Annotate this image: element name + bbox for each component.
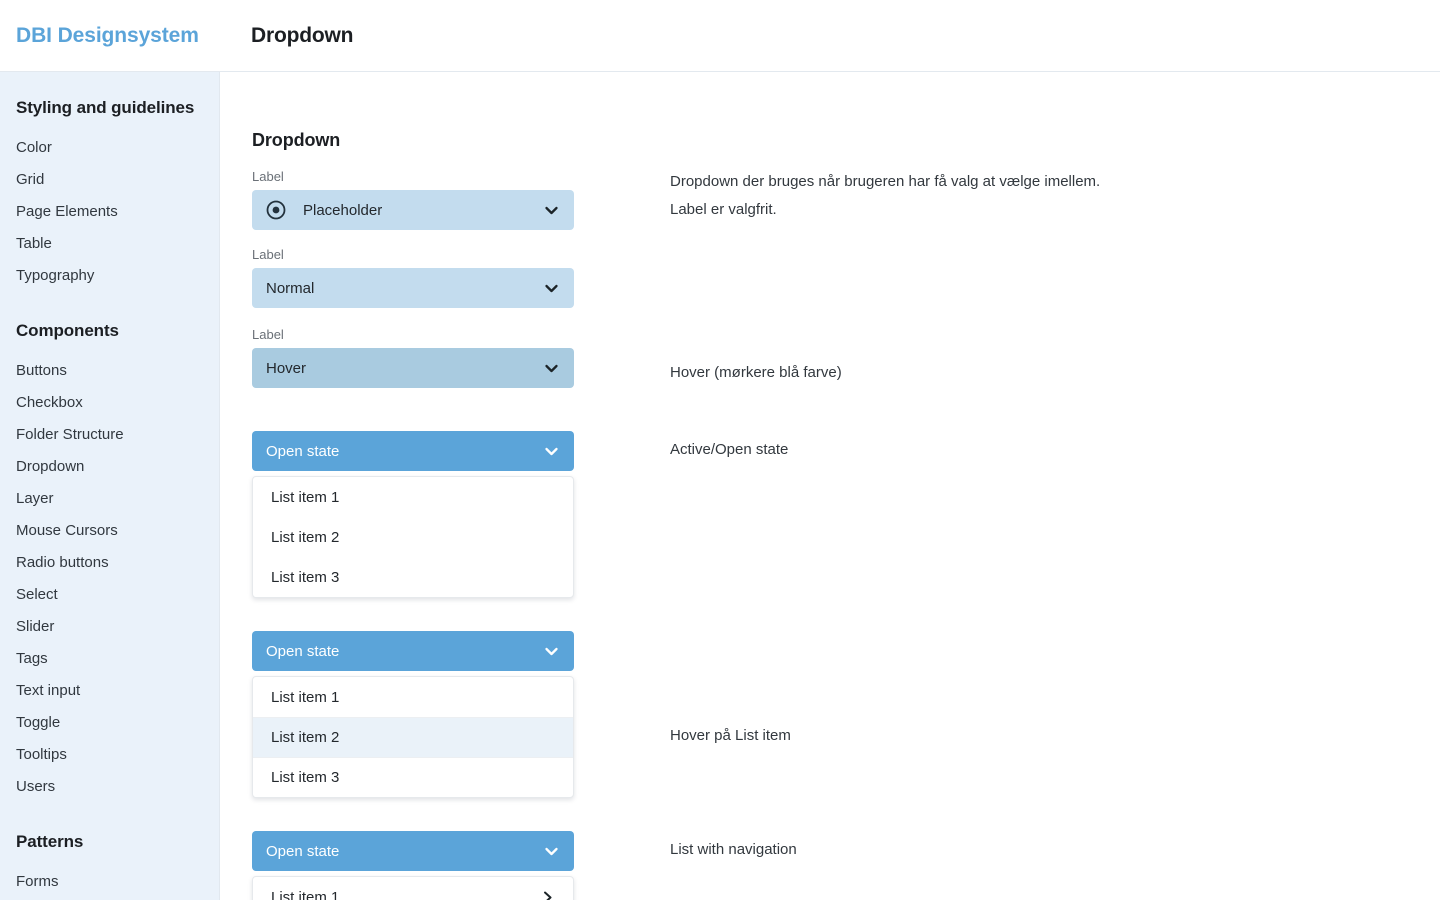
note-hover: Hover (mørkere blå farve) — [670, 364, 842, 381]
sidebar-item-table[interactable]: Table — [0, 228, 219, 260]
dropdown-menu-2: List item 1 List item 2 List item 3 — [252, 676, 574, 798]
dropdown-menu-1: List item 1 List item 2 List item 3 — [252, 476, 574, 598]
sidebar-item-typography[interactable]: Typography — [0, 260, 219, 292]
sidebar-item-select[interactable]: Select — [0, 579, 219, 611]
sidebar-item-slider[interactable]: Slider — [0, 611, 219, 643]
sidebar-group-patterns: Patterns Forms — [0, 832, 219, 898]
list-item-label: List item 3 — [271, 568, 340, 586]
dropdown-value: Hover — [266, 359, 307, 377]
sidebar-item-forms[interactable]: Forms — [0, 866, 219, 898]
list-item-label: List item 1 — [271, 488, 340, 506]
field-label: Label — [252, 327, 284, 342]
list-item[interactable]: List item 3 — [253, 757, 573, 797]
dropdown-placeholder-group: Label Placeholder — [252, 169, 574, 230]
note-intro-line-2: Label er valgfrit. — [670, 201, 777, 218]
note-intro: Dropdown der bruges når brugeren har få … — [670, 168, 1100, 224]
chevron-down-icon — [543, 202, 560, 219]
radio-selected-icon — [266, 200, 286, 220]
dropdown-open-1[interactable]: Open state — [252, 431, 574, 471]
sidebar-item-buttons[interactable]: Buttons — [0, 355, 219, 387]
list-item-label: List item 1 — [271, 888, 340, 900]
section-title: Dropdown — [252, 130, 341, 150]
dropdown-normal[interactable]: Normal — [252, 268, 574, 308]
note-list-navigation: List with navigation — [670, 841, 797, 858]
list-item-hovered[interactable]: List item 2 — [253, 717, 573, 757]
dropdown-placeholder[interactable]: Placeholder — [252, 190, 574, 230]
dropdown-menu-3: List item 1 — [252, 876, 574, 900]
dropdown-value: Placeholder — [303, 201, 383, 219]
field-label: Label — [252, 247, 284, 262]
sidebar-item-mouse-cursors[interactable]: Mouse Cursors — [0, 515, 219, 547]
chevron-down-icon — [543, 360, 560, 377]
dropdown-value: Open state — [266, 842, 340, 860]
dropdown-value: Open state — [266, 442, 340, 460]
app-shell: Styling and guidelines Color Grid Page E… — [0, 72, 1440, 900]
sidebar-group-title: Patterns — [16, 832, 84, 851]
dropdown-value: Normal — [266, 279, 315, 297]
list-item[interactable]: List item 3 — [253, 557, 573, 597]
note-hover-list-item: Hover på List item — [670, 727, 791, 744]
top-bar: DBI Designsystem Dropdown — [0, 0, 1440, 72]
note-intro-line-1: Dropdown der bruges når brugeren har få … — [670, 173, 1101, 190]
list-item-label: List item 3 — [271, 769, 340, 786]
sidebar-item-tooltips[interactable]: Tooltips — [0, 739, 219, 771]
app-brand[interactable]: DBI Designsystem — [0, 24, 220, 48]
dropdown-open-2[interactable]: Open state — [252, 631, 574, 671]
chevron-right-icon — [540, 890, 555, 900]
chevron-down-icon — [543, 643, 560, 660]
sidebar-item-toggle[interactable]: Toggle — [0, 707, 219, 739]
sidebar-item-color[interactable]: Color — [0, 132, 219, 164]
sidebar-item-tags[interactable]: Tags — [0, 643, 219, 675]
sidebar-group-title: Components — [16, 321, 119, 340]
dropdown-hover-group: Label Hover — [252, 327, 574, 388]
dropdown-open-group-1: Open state List item 1 List item 2 List … — [252, 431, 574, 598]
dropdown-open-3[interactable]: Open state — [252, 831, 574, 871]
chevron-down-icon — [543, 843, 560, 860]
note-open-state: Active/Open state — [670, 441, 789, 458]
list-item[interactable]: List item 1 — [253, 877, 573, 900]
list-item-label: List item 2 — [271, 528, 340, 546]
sidebar-item-radio-buttons[interactable]: Radio buttons — [0, 547, 219, 579]
chevron-down-icon — [543, 443, 560, 460]
sidebar-group-styling: Styling and guidelines Color Grid Page E… — [0, 98, 219, 292]
sidebar-item-layer[interactable]: Layer — [0, 483, 219, 515]
sidebar: Styling and guidelines Color Grid Page E… — [0, 72, 220, 900]
sidebar-item-folder-structure[interactable]: Folder Structure — [0, 419, 219, 451]
sidebar-item-dropdown[interactable]: Dropdown — [0, 451, 219, 483]
sidebar-group-title: Styling and guidelines — [16, 98, 195, 117]
list-item[interactable]: List item 1 — [253, 477, 573, 517]
sidebar-item-page-elements[interactable]: Page Elements — [0, 196, 219, 228]
page-title: Dropdown — [251, 23, 354, 47]
list-item[interactable]: List item 1 — [253, 677, 573, 717]
dropdown-hover[interactable]: Hover — [252, 348, 574, 388]
chevron-down-icon — [543, 280, 560, 297]
main-content: Dropdown Label Placeholder Label Normal … — [220, 72, 1440, 900]
sidebar-group-components: Components Buttons Checkbox Folder Struc… — [0, 321, 219, 803]
field-label: Label — [252, 169, 284, 184]
list-item[interactable]: List item 2 — [253, 517, 573, 557]
list-item-label: List item 2 — [271, 729, 340, 746]
dropdown-open-group-3: Open state List item 1 — [252, 831, 574, 900]
sidebar-item-grid[interactable]: Grid — [0, 164, 219, 196]
dropdown-value: Open state — [266, 642, 340, 660]
list-item-label: List item 1 — [271, 688, 340, 706]
dropdown-normal-group: Label Normal — [252, 247, 574, 308]
dropdown-open-group-2: Open state List item 1 List item 2 List … — [252, 631, 574, 798]
sidebar-item-users[interactable]: Users — [0, 771, 219, 803]
sidebar-item-text-input[interactable]: Text input — [0, 675, 219, 707]
sidebar-item-checkbox[interactable]: Checkbox — [0, 387, 219, 419]
